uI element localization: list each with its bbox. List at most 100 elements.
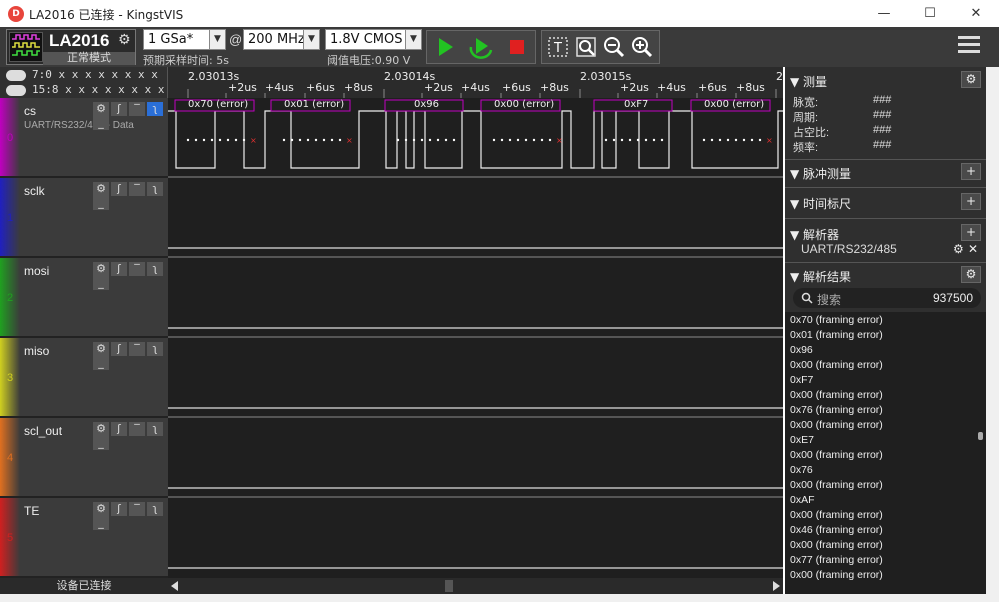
result-item[interactable]: 0xF7	[790, 374, 813, 386]
device-settings-gear-icon[interactable]: ⚙	[118, 32, 134, 48]
measure-section-header[interactable]: ▼ 测量 ⚙	[785, 69, 986, 91]
result-item[interactable]: 0x00 (framing error)	[790, 539, 883, 551]
toggle-switch[interactable]	[6, 84, 26, 96]
zoom-in-icon[interactable]	[628, 33, 656, 61]
trigger-falling-icon[interactable]: ʅ	[147, 262, 163, 276]
analyzer-item[interactable]: UART/RS232/485	[801, 242, 897, 256]
zoom-fit-icon[interactable]	[572, 33, 600, 61]
stop-button[interactable]	[503, 33, 531, 61]
remove-analyzer-close-icon[interactable]: ✕	[968, 242, 978, 256]
result-item[interactable]: 0x00 (framing error)	[790, 479, 883, 491]
channel-settings-gear-icon[interactable]: ⚙	[93, 342, 109, 356]
minimize-button[interactable]: —	[861, 0, 907, 27]
channel-name[interactable]: cs	[24, 104, 36, 118]
result-item[interactable]: 0x46 (framing error)	[790, 524, 883, 536]
channel-settings-gear-icon[interactable]: ⚙	[93, 182, 109, 196]
timer-section-header[interactable]: ▼ 时间标尺 +	[785, 191, 986, 213]
trigger-rising-icon[interactable]: ʃ	[111, 182, 127, 196]
start-button[interactable]	[431, 33, 459, 61]
results-settings-gear-icon[interactable]: ⚙	[961, 266, 981, 283]
channel-settings-gear-icon[interactable]: ⚙	[93, 502, 109, 516]
decode-label[interactable]: 0x00 (error)	[704, 99, 764, 110]
trigger-low-icon[interactable]: _	[93, 516, 109, 530]
scroll-left-icon[interactable]	[171, 581, 178, 591]
trigger-rising-icon[interactable]: ʃ	[111, 502, 127, 516]
sample-depth-select[interactable]: 200 MHz ▼	[243, 29, 320, 50]
result-item[interactable]: 0x70 (framing error)	[790, 314, 883, 326]
maximize-button[interactable]: ☐	[907, 0, 953, 27]
trigger-rising-icon[interactable]: ʃ	[111, 262, 127, 276]
trigger-falling-icon[interactable]: ʅ	[147, 102, 163, 116]
result-item[interactable]: 0xAF	[790, 494, 815, 506]
result-item[interactable]: 0x96	[790, 344, 813, 356]
sample-rate-select[interactable]: 1 GSa* ▼	[143, 29, 226, 50]
hamburger-menu-icon[interactable]	[958, 36, 980, 56]
trigger-rising-icon[interactable]: ʃ	[111, 422, 127, 436]
channel-name[interactable]: miso	[24, 344, 49, 358]
result-item[interactable]: 0x00 (framing error)	[790, 569, 883, 581]
result-item[interactable]: 0x00 (framing error)	[790, 419, 883, 431]
decode-label[interactable]: 0x96	[414, 99, 439, 110]
add-timer-button[interactable]: +	[961, 193, 981, 210]
results-scroll-thumb[interactable]	[978, 432, 983, 440]
result-item[interactable]: 0x00 (framing error)	[790, 509, 883, 521]
results-search-bar[interactable]: 搜索 937500	[793, 288, 981, 308]
channel-name[interactable]: mosi	[24, 264, 49, 278]
channel-settings-gear-icon[interactable]: ⚙	[93, 262, 109, 276]
add-pulse-button[interactable]: +	[961, 163, 981, 180]
channel-row-te[interactable]: 5 TE ⚙ ʃ ‾ ʅ _	[0, 498, 168, 578]
trigger-rising-icon[interactable]: ʃ	[111, 102, 127, 116]
trigger-falling-icon[interactable]: ʅ	[147, 422, 163, 436]
trigger-high-icon[interactable]: ‾	[129, 342, 145, 356]
channel-settings-gear-icon[interactable]: ⚙	[93, 422, 109, 436]
text-cursor-icon[interactable]: T	[544, 33, 572, 61]
add-analyzer-button[interactable]: +	[961, 224, 981, 241]
trigger-low-icon[interactable]: _	[93, 116, 109, 130]
channel-settings-gear-icon[interactable]: ⚙	[93, 102, 109, 116]
device-panel[interactable]: LA2016 ⚙ 正常模式	[6, 29, 136, 65]
scroll-thumb[interactable]	[445, 580, 453, 592]
decode-label[interactable]: 0xF7	[624, 99, 648, 110]
time-ruler[interactable]: 7:0 x x x x x x x x 15:8 x x x x x x x x…	[0, 67, 783, 98]
channel-name[interactable]: scl_out	[24, 424, 62, 438]
trigger-high-icon[interactable]: ‾	[129, 102, 145, 116]
close-button[interactable]: ✕	[953, 0, 999, 27]
channel-name[interactable]: sclk	[24, 184, 45, 198]
trigger-low-icon[interactable]: _	[93, 196, 109, 210]
channel-row-miso[interactable]: 3 miso ⚙ ʃ ‾ ʅ _	[0, 338, 168, 418]
decode-label[interactable]: 0x01 (error)	[284, 99, 344, 110]
result-item[interactable]: 0x00 (framing error)	[790, 359, 883, 371]
trigger-rising-icon[interactable]: ʃ	[111, 342, 127, 356]
result-item[interactable]: 0x01 (framing error)	[790, 329, 883, 341]
trigger-high-icon[interactable]: ‾	[129, 502, 145, 516]
channel-name[interactable]: TE	[24, 504, 39, 518]
result-item[interactable]: 0x00 (framing error)	[790, 449, 883, 461]
result-item[interactable]: 0x76 (framing error)	[790, 404, 883, 416]
result-item[interactable]: 0x77 (framing error)	[790, 554, 883, 566]
search-input[interactable]: 搜索	[817, 291, 841, 308]
trigger-low-icon[interactable]: _	[93, 436, 109, 450]
decode-label[interactable]: 0x70 (error)	[188, 99, 248, 110]
analyzer-section-header[interactable]: ▼ 解析器 +	[785, 222, 986, 244]
channel-row-scl-out[interactable]: 4 scl_out ⚙ ʃ ‾ ʅ _	[0, 418, 168, 498]
trigger-low-icon[interactable]: _	[93, 356, 109, 370]
analyzer-settings-gear-icon[interactable]: ⚙	[953, 242, 964, 256]
measure-settings-gear-icon[interactable]: ⚙	[961, 71, 981, 88]
trigger-high-icon[interactable]: ‾	[129, 422, 145, 436]
trigger-falling-icon[interactable]: ʅ	[147, 502, 163, 516]
zoom-out-icon[interactable]	[600, 33, 628, 61]
channel-row-sclk[interactable]: 1 sclk ⚙ ʃ ‾ ʅ _	[0, 178, 168, 258]
pulse-section-header[interactable]: ▼ 脉冲测量 +	[785, 161, 986, 183]
result-item[interactable]: 0x76	[790, 464, 813, 476]
result-item[interactable]: 0x00 (framing error)	[790, 389, 883, 401]
decode-label[interactable]: 0x00 (error)	[494, 99, 554, 110]
result-item[interactable]: 0xE7	[790, 434, 814, 446]
trigger-high-icon[interactable]: ‾	[129, 182, 145, 196]
threshold-select[interactable]: 1.8V CMOS ▼	[325, 29, 422, 50]
trigger-falling-icon[interactable]: ʅ	[147, 342, 163, 356]
scroll-right-icon[interactable]	[773, 581, 780, 591]
continuous-run-button[interactable]	[467, 33, 495, 61]
toggle-switch[interactable]	[6, 69, 26, 81]
waveform-area[interactable]: × × × × 0x70 (error) 0x01 (error) 0x96 0x00…	[168, 98, 783, 578]
trigger-falling-icon[interactable]: ʅ	[147, 182, 163, 196]
